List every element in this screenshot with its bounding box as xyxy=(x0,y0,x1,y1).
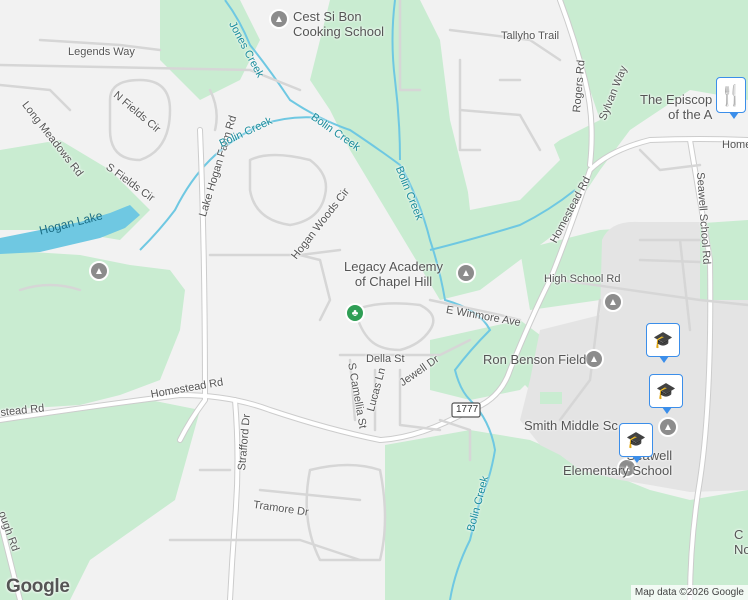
restaurant-icon: 🍴 xyxy=(718,84,744,107)
school-icon[interactable]: ▲ xyxy=(658,417,678,437)
poi-ron-benson-field[interactable]: Ron Benson Field xyxy=(483,353,586,366)
road-della: Della St xyxy=(366,353,405,365)
poi-legacy-academy[interactable]: Legacy Academy of Chapel Hill xyxy=(344,260,443,288)
school-marker-icon: 🎓 xyxy=(626,432,646,449)
poi-episcopal-line2: of the A xyxy=(668,107,713,122)
poi-cooking-line2: Cooking School xyxy=(293,24,385,39)
poi-seawell-line2: Elementary School xyxy=(563,463,673,478)
poi-smith-middle[interactable]: Smith Middle Sc xyxy=(524,419,618,432)
restaurant-marker[interactable]: 🍴 xyxy=(716,77,746,119)
poi-legacy-line1: Legacy Academy xyxy=(344,259,444,274)
poi-cut-right-2: Nor xyxy=(734,542,748,557)
road-homestead-e: Home xyxy=(722,139,748,151)
poi-cut-right: C Nor xyxy=(734,528,748,556)
school-icon[interactable]: ▲ xyxy=(269,9,289,29)
school-icon[interactable]: ▲ xyxy=(456,263,476,283)
poi-episcopal-line1: The Episcop xyxy=(640,92,713,107)
road-tallyho: Tallyho Trail xyxy=(501,30,560,42)
poi-cooking-line1: Cest Si Bon xyxy=(293,9,362,24)
poi-episcopal[interactable]: The Episcop of the A xyxy=(640,93,712,121)
google-logo: Google xyxy=(6,576,70,597)
school-marker-1[interactable]: 🎓 xyxy=(646,323,680,363)
poi-seawell-elementary[interactable]: Seawell Elementary School xyxy=(563,449,672,477)
school-marker-3[interactable]: 🎓 xyxy=(619,423,653,463)
poi-legacy-line2: of Chapel Hill xyxy=(354,274,433,289)
map-attribution[interactable]: Map data ©2026 Google xyxy=(630,585,748,600)
school-marker-icon: 🎓 xyxy=(656,383,676,400)
park-icon[interactable]: ♣ xyxy=(345,303,365,323)
school-marker-icon: 🎓 xyxy=(653,332,673,349)
school-icon[interactable]: ▲ xyxy=(89,261,109,281)
road-high-school: High School Rd xyxy=(544,273,621,285)
route-number: 1777 xyxy=(456,404,479,415)
school-icon[interactable]: ▲ xyxy=(603,292,623,312)
poi-cut-right-1: C xyxy=(734,527,744,542)
school-icon[interactable]: ▲ xyxy=(584,349,604,369)
road-legends-way: Legends Way xyxy=(68,46,135,58)
poi-cooking-school[interactable]: Cest Si Bon Cooking School xyxy=(293,10,384,38)
map-canvas[interactable] xyxy=(0,0,748,600)
poi-seawell-line1: Seawell xyxy=(563,449,673,462)
school-marker-2[interactable]: 🎓 xyxy=(649,374,683,414)
